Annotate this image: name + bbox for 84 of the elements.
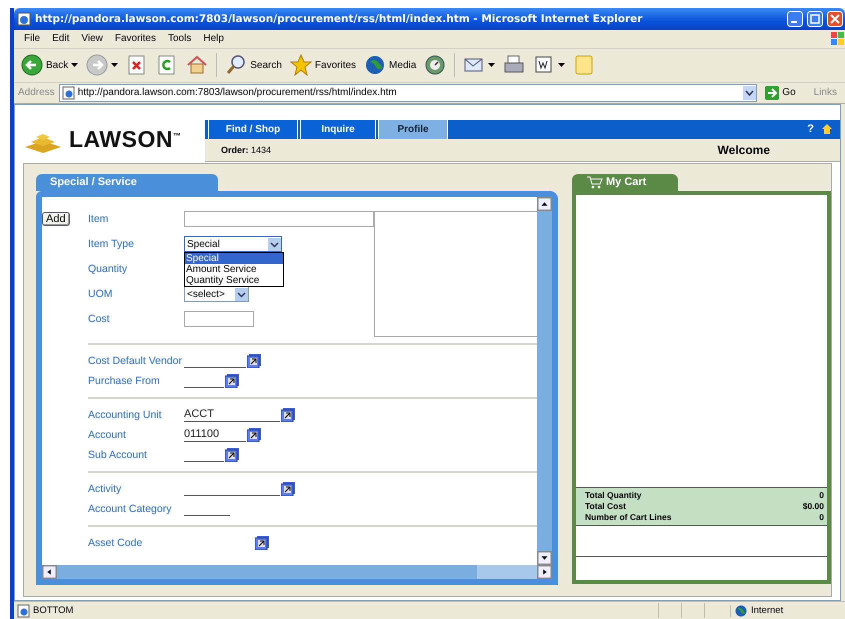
welcome-text: Welcome	[718, 142, 770, 157]
nav-tab[interactable]: Find / Shop	[208, 120, 298, 139]
field-label: Asset Code	[88, 536, 144, 549]
security-zone: Internet	[751, 605, 784, 616]
horizontal-scrollbar[interactable]	[42, 564, 552, 579]
dropdown-option[interactable]: Quantity Service	[185, 275, 283, 286]
field-label: Accounting Unit	[88, 408, 163, 421]
text-field[interactable]	[184, 211, 374, 228]
home-icon[interactable]	[822, 124, 832, 134]
menu-item[interactable]: Favorites	[108, 33, 162, 44]
field-label: Item	[88, 213, 110, 226]
scroll-left-icon[interactable]	[42, 564, 57, 579]
field-label: Purchase From	[88, 374, 161, 387]
globe-icon	[364, 54, 386, 76]
star-icon	[290, 54, 312, 76]
search-button[interactable]: Search	[222, 52, 285, 78]
page-icon	[62, 86, 75, 100]
field-label: UOM	[88, 288, 114, 300]
cart-icon	[586, 175, 603, 190]
lookup-icon[interactable]	[247, 354, 261, 368]
status-text: BOTTOM	[33, 605, 74, 616]
nav-tab[interactable]: Inquire	[300, 120, 376, 139]
menu-item[interactable]: View	[75, 33, 109, 44]
address-field[interactable]: http://pandora.lawson.com:7803/lawson/procurement/rss/html/index.htm	[58, 84, 758, 102]
field-label: Account	[88, 428, 127, 441]
nav-tab[interactable]: Profile	[378, 120, 448, 139]
menu-item[interactable]: Edit	[46, 33, 76, 44]
search-icon	[225, 54, 248, 76]
total-label: Number of Cart Lines	[585, 512, 672, 523]
text-field[interactable]: ACCT	[184, 407, 280, 422]
minimize-icon[interactable]	[787, 10, 803, 27]
total-value: $0.00	[802, 500, 824, 512]
lookup-icon[interactable]	[247, 428, 261, 442]
field-label: Quantity	[88, 263, 128, 276]
field-label: Item Type	[88, 238, 135, 250]
logo-text: LAWSON$^{™}$	[69, 126, 182, 154]
dropdown-option[interactable]: Amount Service	[185, 264, 283, 276]
favorites-button[interactable]: Favorites	[286, 52, 360, 78]
maximize-icon[interactable]	[807, 10, 823, 27]
field-label: Cost Default Vendor	[88, 354, 183, 367]
total-value: 0	[819, 512, 824, 523]
back-icon	[21, 54, 43, 76]
arrow-icon	[765, 86, 780, 100]
go-button[interactable]: Go	[761, 86, 800, 100]
scroll-right-icon[interactable]	[537, 564, 552, 579]
field-label: Activity	[88, 482, 122, 495]
note-icon	[573, 54, 596, 76]
lookup-icon[interactable]	[281, 482, 295, 496]
cart-tab[interactable]: My Cart	[572, 174, 678, 191]
text-field[interactable]: 011100	[184, 427, 246, 442]
window-title: http://pandora.lawson.com:7803/lawson/procurement/rss/html/index.htm - Microsoft Internet Explorer	[35, 12, 644, 25]
vertical-scrollbar[interactable]	[537, 196, 552, 565]
lookup-icon[interactable]	[281, 408, 295, 422]
order-number: Order: 1434	[221, 144, 272, 155]
help-link[interactable]: ?	[801, 120, 820, 139]
dropdown-option[interactable]: Special	[185, 253, 283, 264]
total-label: Total Quantity	[585, 490, 642, 501]
total-value: 0	[819, 490, 824, 501]
field-label: Cost	[88, 313, 111, 326]
page-icon	[17, 12, 31, 26]
menu-item[interactable]: File	[18, 33, 46, 44]
menu-item[interactable]: Help	[197, 33, 230, 44]
forward-icon	[86, 54, 108, 76]
back-button[interactable]: Back	[18, 52, 82, 78]
lookup-icon[interactable]	[225, 448, 239, 462]
dropdown[interactable]: <select>	[184, 286, 249, 302]
history-icon	[424, 54, 446, 76]
flag-logo-icon	[830, 31, 845, 46]
field-label: Sub Account	[88, 448, 148, 461]
home-icon	[186, 54, 208, 76]
lookup-icon[interactable]	[225, 374, 239, 388]
close-icon[interactable]	[827, 10, 843, 27]
menu-item[interactable]: Tools	[162, 33, 198, 44]
text-field[interactable]	[184, 311, 254, 328]
add-button[interactable]: Add	[42, 212, 70, 226]
field-label: Account Category	[88, 502, 172, 515]
page-icon	[17, 604, 30, 618]
media-button[interactable]: Media	[361, 52, 420, 78]
globe-icon	[735, 604, 747, 617]
address-label: Address	[18, 87, 55, 98]
total-label: Total Cost	[585, 500, 626, 512]
scroll-up-icon[interactable]	[537, 196, 552, 211]
scroll-down-icon[interactable]	[537, 550, 552, 565]
lookup-icon[interactable]	[255, 536, 269, 550]
